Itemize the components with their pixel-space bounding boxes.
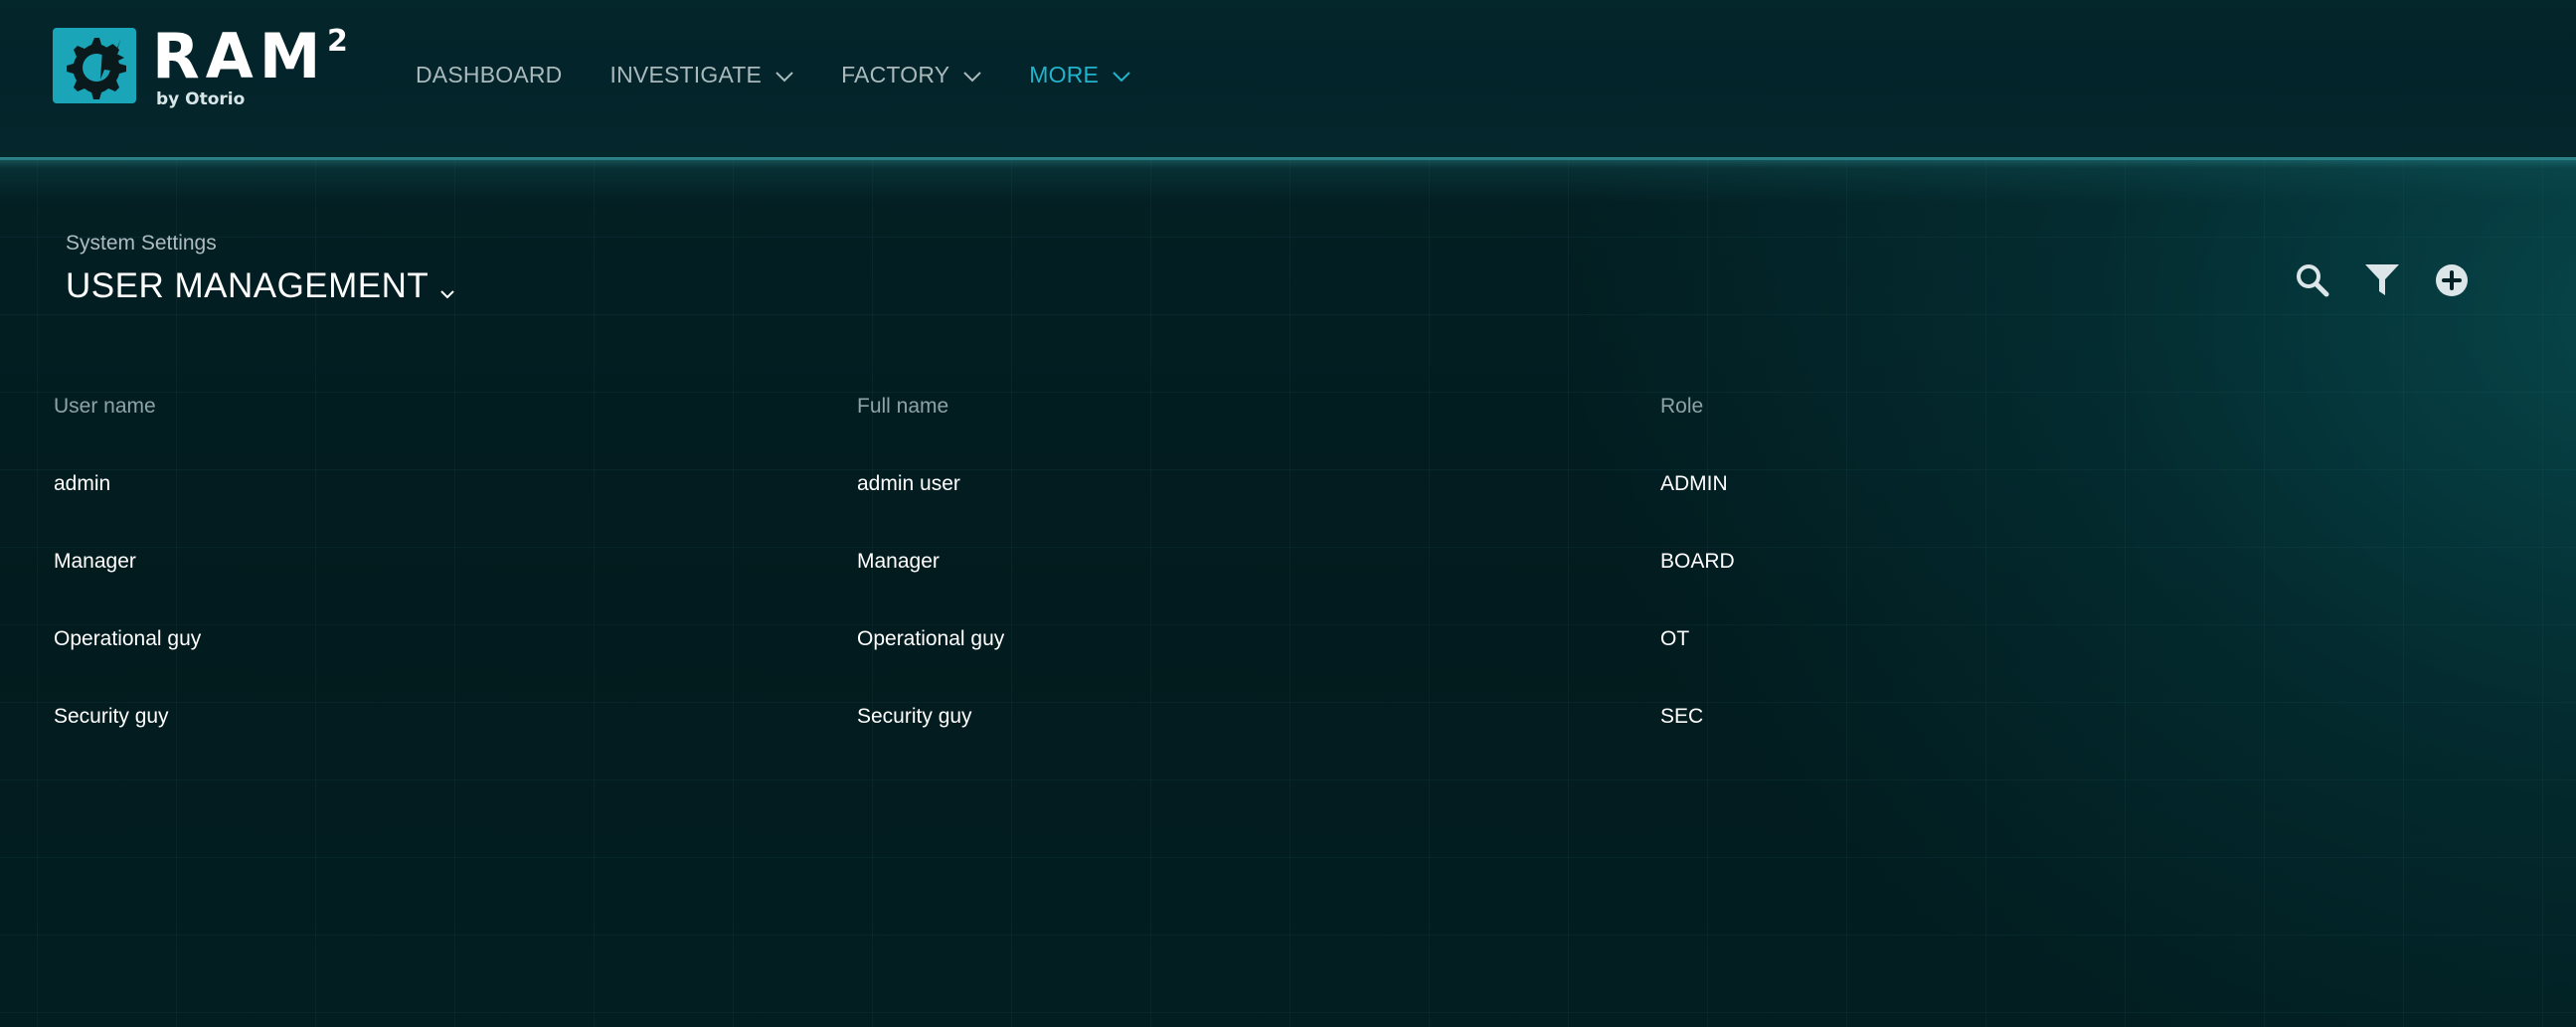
nav-item-factory[interactable]: FACTORY xyxy=(841,62,981,88)
table-row[interactable]: Operational guy Operational guy OT xyxy=(54,600,2519,678)
search-icon xyxy=(2296,263,2329,301)
page-title[interactable]: USER MANAGEMENT xyxy=(66,266,455,306)
filter-button[interactable] xyxy=(2362,262,2402,302)
top-navbar: RAM 2 by Otorio DASHBOARD INVESTIGATE FA… xyxy=(0,0,2576,159)
add-circle-icon xyxy=(2435,263,2469,301)
cell-full-name: admin user xyxy=(857,472,960,495)
cell-user-name: Manager xyxy=(54,550,136,573)
chevron-down-icon xyxy=(440,284,455,303)
cell-role: SEC xyxy=(1660,705,1704,728)
table-row[interactable]: Security guy Security guy SEC xyxy=(54,678,2519,756)
table-row[interactable]: admin admin user ADMIN xyxy=(54,445,2519,523)
column-header-user-name[interactable]: User name xyxy=(54,395,857,419)
logo-byline: by Otorio xyxy=(156,89,246,109)
nav-item-investigate[interactable]: INVESTIGATE xyxy=(610,62,794,88)
table-row[interactable]: Manager Manager BOARD xyxy=(54,523,2519,600)
nav-label: INVESTIGATE xyxy=(609,62,763,87)
nav-label: FACTORY xyxy=(841,62,950,87)
cell-role: ADMIN xyxy=(1660,472,1728,495)
cell-full-name: Manager xyxy=(857,550,940,573)
cell-full-name: Operational guy xyxy=(857,627,1005,650)
chevron-down-icon xyxy=(963,62,981,88)
logo-gear-icon xyxy=(53,28,136,103)
breadcrumb[interactable]: System Settings xyxy=(66,232,217,256)
toolbar xyxy=(2293,262,2501,302)
logo-name: RAM xyxy=(152,20,327,92)
filter-icon xyxy=(2364,263,2400,301)
nav-item-more[interactable]: MORE xyxy=(1029,62,1130,88)
chevron-down-icon xyxy=(1113,62,1130,88)
cell-role: OT xyxy=(1660,627,1690,650)
header-divider xyxy=(0,157,2576,203)
add-user-button[interactable] xyxy=(2432,262,2472,302)
logo-superscript: 2 xyxy=(327,24,348,59)
nav-label: MORE xyxy=(1029,62,1100,87)
cell-role: BOARD xyxy=(1660,550,1735,573)
cell-user-name: Security guy xyxy=(54,705,169,728)
app-logo[interactable]: RAM 2 by Otorio xyxy=(53,20,351,109)
nav-label: DASHBOARD xyxy=(416,62,563,87)
cell-user-name: admin xyxy=(54,472,111,495)
column-header-full-name[interactable]: Full name xyxy=(857,395,1660,419)
search-button[interactable] xyxy=(2293,262,2332,302)
chevron-down-icon xyxy=(775,62,793,88)
main-nav: DASHBOARD INVESTIGATE FACTORY MORE xyxy=(416,62,1178,88)
cell-full-name: Security guy xyxy=(857,705,972,728)
users-table: User name Full name Role admin admin use… xyxy=(54,368,2519,756)
cell-user-name: Operational guy xyxy=(54,627,202,650)
page-title-text: USER MANAGEMENT xyxy=(66,266,429,305)
logo-wordmark: RAM 2 by Otorio xyxy=(152,20,351,109)
column-header-role[interactable]: Role xyxy=(1660,395,2464,419)
table-header: User name Full name Role xyxy=(54,368,2519,445)
nav-item-dashboard[interactable]: DASHBOARD xyxy=(416,62,563,88)
